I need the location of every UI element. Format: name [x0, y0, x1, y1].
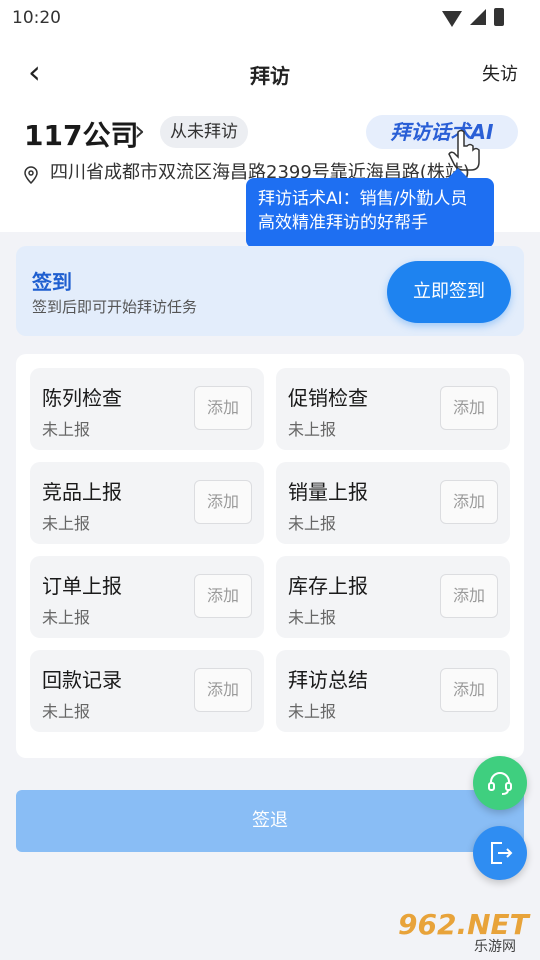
- task-status: 未上报: [288, 702, 337, 721]
- visit-status-badge: 从未拜访: [160, 116, 248, 148]
- checkin-title: 签到: [32, 270, 72, 294]
- task-status: 未上报: [288, 420, 337, 439]
- signal-icon: [470, 9, 486, 25]
- task-status: 未上报: [288, 608, 337, 627]
- task-name: 库存上报: [288, 574, 368, 598]
- checkin-button[interactable]: 立即签到: [387, 261, 511, 323]
- exit-icon: [491, 842, 513, 864]
- task-status: 未上报: [42, 514, 91, 533]
- status-bar: 10:20: [0, 0, 540, 36]
- customer-service-button[interactable]: [473, 756, 527, 810]
- task-status: 未上报: [42, 420, 91, 439]
- add-button[interactable]: 添加: [440, 480, 498, 524]
- task-status: 未上报: [288, 514, 337, 533]
- task-name: 回款记录: [42, 668, 122, 692]
- checkin-subtitle: 签到后即可开始拜访任务: [32, 298, 198, 316]
- task-card-sales-report[interactable]: 销量上报 未上报 添加: [276, 462, 510, 544]
- task-name: 陈列检查: [42, 386, 122, 410]
- store-name[interactable]: 117公司: [24, 114, 138, 154]
- task-card-order-report[interactable]: 订单上报 未上报 添加: [30, 556, 264, 638]
- headset-icon: [488, 772, 512, 795]
- task-name: 竞品上报: [42, 480, 122, 504]
- checkin-card: 签到 签到后即可开始拜访任务 立即签到: [16, 246, 524, 336]
- ai-tooltip: 拜访话术AI：销售/外勤人员高效精准拜访的好帮手: [246, 168, 494, 248]
- task-card-visit-summary[interactable]: 拜访总结 未上报 添加: [276, 650, 510, 732]
- task-card-promo-check[interactable]: 促销检查 未上报 添加: [276, 368, 510, 450]
- page-title: 拜访: [250, 64, 290, 88]
- exit-button[interactable]: [473, 826, 527, 880]
- chevron-right-icon[interactable]: ›: [134, 114, 145, 147]
- lost-visit-button[interactable]: 失访: [482, 60, 518, 86]
- task-name: 促销检查: [288, 386, 368, 410]
- ai-script-button[interactable]: 拜访话术AI: [366, 115, 518, 149]
- signout-button[interactable]: 签退: [16, 790, 524, 852]
- status-time: 10:20: [12, 8, 61, 28]
- battery-icon: [494, 8, 504, 26]
- add-button[interactable]: 添加: [440, 574, 498, 618]
- add-button[interactable]: 添加: [194, 480, 252, 524]
- task-card-display-check[interactable]: 陈列检查 未上报 添加: [30, 368, 264, 450]
- task-name: 拜访总结: [288, 668, 368, 692]
- task-name: 销量上报: [288, 480, 368, 504]
- task-card-payment-record[interactable]: 回款记录 未上报 添加: [30, 650, 264, 732]
- add-button[interactable]: 添加: [440, 668, 498, 712]
- task-status: 未上报: [42, 702, 91, 721]
- task-card-stock-report[interactable]: 库存上报 未上报 添加: [276, 556, 510, 638]
- status-icons: [442, 8, 504, 27]
- add-button[interactable]: 添加: [194, 386, 252, 430]
- nav-bar: ‹ 拜访 失访: [0, 50, 540, 94]
- task-card-competitor-report[interactable]: 竞品上报 未上报 添加: [30, 462, 264, 544]
- add-button[interactable]: 添加: [194, 574, 252, 618]
- task-name: 订单上报: [42, 574, 122, 598]
- wifi-icon: [442, 11, 462, 27]
- task-panel: 陈列检查 未上报 添加 促销检查 未上报 添加 竞品上报 未上报 添加 销量上报…: [16, 354, 524, 758]
- task-status: 未上报: [42, 608, 91, 627]
- add-button[interactable]: 添加: [194, 668, 252, 712]
- watermark-sub: 乐游网: [474, 939, 516, 955]
- add-button[interactable]: 添加: [440, 386, 498, 430]
- watermark-logo: 962.NET 乐游网: [398, 908, 534, 955]
